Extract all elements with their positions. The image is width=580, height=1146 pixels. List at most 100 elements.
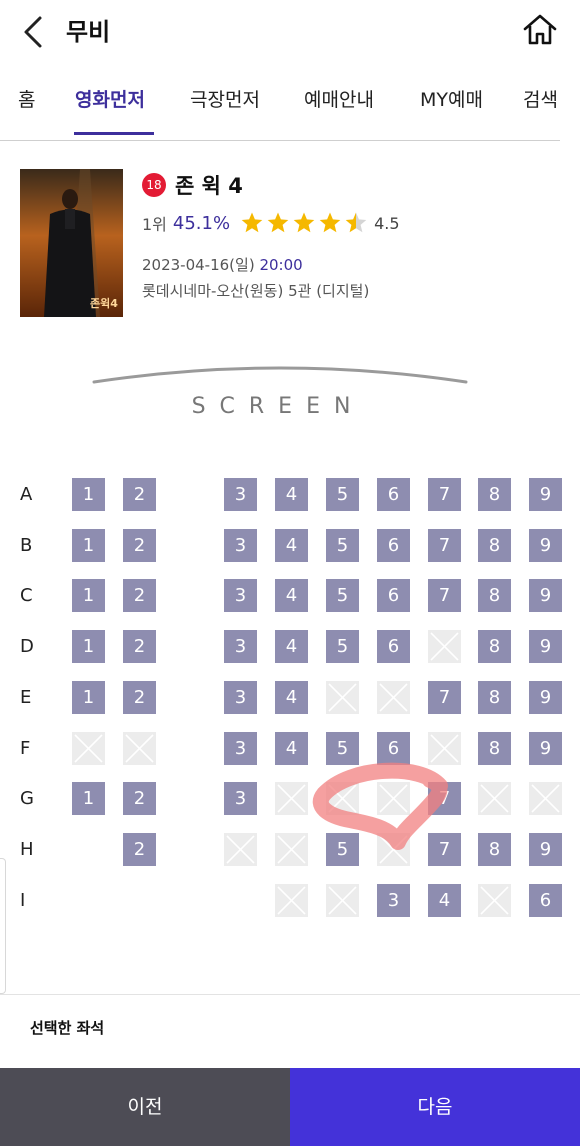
seat-unavailable <box>377 782 410 815</box>
seat-c3[interactable]: 3 <box>224 579 257 612</box>
seat-f4[interactable]: 4 <box>275 732 308 765</box>
seat-c5[interactable]: 5 <box>326 579 359 612</box>
seat-g7[interactable]: 7 <box>428 782 461 815</box>
star-icon <box>345 212 367 233</box>
seat-f5[interactable]: 5 <box>326 732 359 765</box>
seat-f3[interactable]: 3 <box>224 732 257 765</box>
seat-d3[interactable]: 3 <box>224 630 257 663</box>
seat-e1[interactable]: 1 <box>72 681 105 714</box>
seat-c1[interactable]: 1 <box>72 579 105 612</box>
seat-b7[interactable]: 7 <box>428 529 461 562</box>
close-icon <box>430 734 459 763</box>
booking-rank: 1위 <box>142 215 167 234</box>
next-button[interactable]: 다음 <box>290 1068 580 1146</box>
seat-g2[interactable]: 2 <box>123 782 156 815</box>
close-icon <box>277 784 306 813</box>
seat-unavailable <box>224 833 257 866</box>
seat-h2[interactable]: 2 <box>123 833 156 866</box>
seat-a8[interactable]: 8 <box>478 478 511 511</box>
home-button[interactable] <box>522 12 558 48</box>
seat-b3[interactable]: 3 <box>224 529 257 562</box>
seat-f9[interactable]: 9 <box>529 732 562 765</box>
seat-unavailable <box>275 884 308 917</box>
tab-my-booking[interactable]: MY예매 <box>420 86 483 114</box>
seat-a4[interactable]: 4 <box>275 478 308 511</box>
seat-c4[interactable]: 4 <box>275 579 308 612</box>
seat-c2[interactable]: 2 <box>123 579 156 612</box>
prev-button[interactable]: 이전 <box>0 1068 290 1146</box>
screen-label: SCREEN <box>191 394 365 419</box>
seat-c6[interactable]: 6 <box>377 579 410 612</box>
seat-d2[interactable]: 2 <box>123 630 156 663</box>
selection-divider <box>0 994 580 995</box>
booking-rate: 45.1% <box>172 212 231 234</box>
app-header: 무비 <box>0 0 580 64</box>
seat-a1[interactable]: 1 <box>72 478 105 511</box>
seat-i4[interactable]: 4 <box>428 884 461 917</box>
seat-unavailable <box>326 681 359 714</box>
side-drawer-handle[interactable] <box>0 858 6 994</box>
seat-d9[interactable]: 9 <box>529 630 562 663</box>
close-icon <box>379 683 408 712</box>
seat-b1[interactable]: 1 <box>72 529 105 562</box>
seat-a9[interactable]: 9 <box>529 478 562 511</box>
seat-unavailable <box>326 782 359 815</box>
seat-b9[interactable]: 9 <box>529 529 562 562</box>
back-button[interactable] <box>18 14 52 50</box>
tab-movie-first[interactable]: 영화먼저 <box>75 86 145 114</box>
seat-b8[interactable]: 8 <box>478 529 511 562</box>
seat-unavailable <box>377 681 410 714</box>
seat-b4[interactable]: 4 <box>275 529 308 562</box>
seat-i3[interactable]: 3 <box>377 884 410 917</box>
seat-b5[interactable]: 5 <box>326 529 359 562</box>
seat-b2[interactable]: 2 <box>123 529 156 562</box>
seat-i6[interactable]: 6 <box>529 884 562 917</box>
close-icon <box>480 886 509 915</box>
selected-seats-label: 선택한 좌석 <box>30 1019 105 1037</box>
seat-e9[interactable]: 9 <box>529 681 562 714</box>
chevron-left-icon <box>24 16 42 48</box>
seat-h8[interactable]: 8 <box>478 833 511 866</box>
seat-c9[interactable]: 9 <box>529 579 562 612</box>
seat-e3[interactable]: 3 <box>224 681 257 714</box>
seat-c8[interactable]: 8 <box>478 579 511 612</box>
seat-a3[interactable]: 3 <box>224 478 257 511</box>
seat-f8[interactable]: 8 <box>478 732 511 765</box>
seat-d8[interactable]: 8 <box>478 630 511 663</box>
seat-a7[interactable]: 7 <box>428 478 461 511</box>
seat-g1[interactable]: 1 <box>72 782 105 815</box>
close-icon <box>379 835 408 864</box>
seat-h7[interactable]: 7 <box>428 833 461 866</box>
nav-divider <box>0 140 560 141</box>
close-icon <box>277 835 306 864</box>
screen-arc <box>92 366 468 384</box>
seat-f6[interactable]: 6 <box>377 732 410 765</box>
star-icon <box>267 212 289 233</box>
seat-g3[interactable]: 3 <box>224 782 257 815</box>
star-icon <box>293 212 315 233</box>
seat-e4[interactable]: 4 <box>275 681 308 714</box>
seat-e8[interactable]: 8 <box>478 681 511 714</box>
tab-theater-first[interactable]: 극장먼저 <box>190 86 260 114</box>
tab-home[interactable]: 홈 <box>18 86 35 114</box>
theater-info: 롯데시네마-오산(원동) 5관 (디지털) <box>142 282 370 300</box>
seat-d4[interactable]: 4 <box>275 630 308 663</box>
tab-booking-guide[interactable]: 예매안내 <box>304 86 374 114</box>
seat-c7[interactable]: 7 <box>428 579 461 612</box>
seat-a5[interactable]: 5 <box>326 478 359 511</box>
seat-d6[interactable]: 6 <box>377 630 410 663</box>
seat-h5[interactable]: 5 <box>326 833 359 866</box>
seat-a6[interactable]: 6 <box>377 478 410 511</box>
rating-score: 4.5 <box>374 213 400 233</box>
seat-b6[interactable]: 6 <box>377 529 410 562</box>
movie-poster: 존윅4 <box>20 169 123 317</box>
seat-d5[interactable]: 5 <box>326 630 359 663</box>
row-label-g: G <box>20 788 34 809</box>
close-icon <box>430 632 459 661</box>
seat-d1[interactable]: 1 <box>72 630 105 663</box>
tab-search[interactable]: 검색 <box>523 86 558 114</box>
seat-e2[interactable]: 2 <box>123 681 156 714</box>
seat-a2[interactable]: 2 <box>123 478 156 511</box>
seat-h9[interactable]: 9 <box>529 833 562 866</box>
seat-e7[interactable]: 7 <box>428 681 461 714</box>
